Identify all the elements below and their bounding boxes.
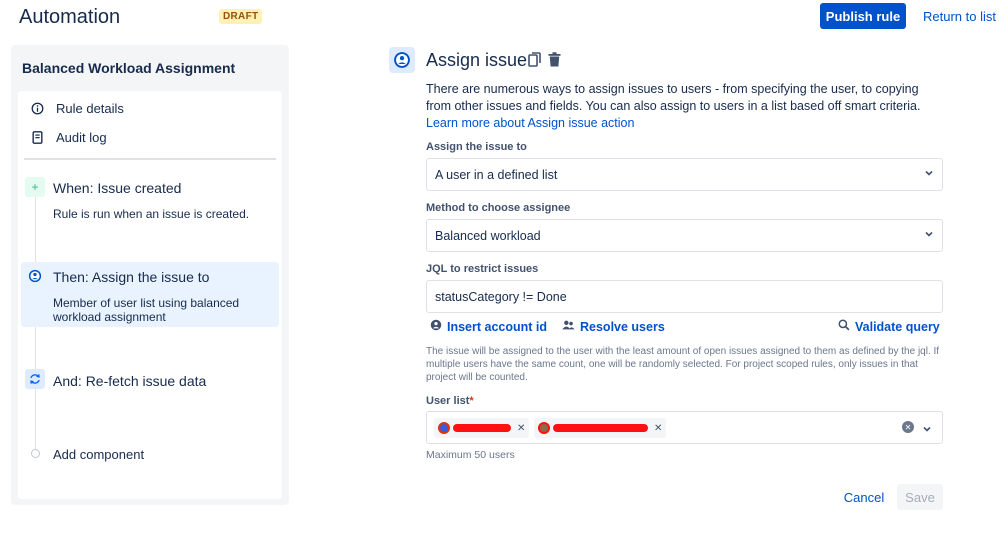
component-title: Assign issue bbox=[426, 50, 528, 70]
user-chip[interactable]: ✕ bbox=[534, 418, 667, 438]
rule-sidebar: Balanced Workload Assignment Rule detail… bbox=[11, 45, 289, 505]
status-badge: DRAFT bbox=[219, 9, 263, 24]
method-label: Method to choose assignee bbox=[426, 202, 571, 214]
learn-more-link[interactable]: Learn more about Assign issue action bbox=[426, 116, 634, 130]
people-icon bbox=[562, 319, 575, 334]
user-list-picker[interactable]: ✕ ✕ ✕ bbox=[426, 411, 943, 444]
chevron-down-icon bbox=[924, 168, 934, 181]
divider bbox=[24, 158, 276, 160]
remove-icon[interactable]: ✕ bbox=[517, 423, 525, 434]
page-title: Automation bbox=[19, 6, 121, 28]
audit-log-label: Audit log bbox=[56, 130, 107, 145]
avatar bbox=[538, 422, 550, 434]
chevron-down-icon[interactable] bbox=[922, 421, 932, 439]
trash-icon[interactable] bbox=[548, 52, 561, 71]
jql-help-text: The issue will be assigned to the user w… bbox=[426, 346, 940, 383]
save-button[interactable]: Save bbox=[897, 484, 943, 510]
method-select[interactable]: Balanced workload bbox=[426, 219, 943, 252]
trigger-description: Rule is run when an issue is created. bbox=[53, 207, 250, 221]
validate-query-label: Validate query bbox=[855, 319, 940, 334]
jql-input[interactable] bbox=[426, 280, 943, 313]
return-to-list-link[interactable]: Return to list bbox=[923, 9, 996, 24]
remove-icon[interactable]: ✕ bbox=[654, 423, 662, 434]
insert-account-id-label: Insert account id bbox=[447, 319, 548, 334]
assign-to-label: Assign the issue to bbox=[426, 141, 527, 153]
component-description: There are numerous ways to assign issues… bbox=[426, 81, 946, 132]
action-title[interactable]: Then: Assign the issue to bbox=[53, 269, 209, 285]
description-text: There are numerous ways to assign issues… bbox=[426, 82, 921, 113]
user-circle-icon bbox=[25, 266, 45, 286]
validate-query-link[interactable]: Validate query bbox=[838, 319, 940, 334]
avatar bbox=[438, 422, 450, 434]
clear-icon[interactable]: ✕ bbox=[902, 421, 914, 433]
action-description: Member of user list using balanced workl… bbox=[53, 296, 240, 324]
cancel-button[interactable]: Cancel bbox=[837, 484, 891, 510]
add-component-dot bbox=[31, 449, 40, 458]
assign-to-select[interactable]: A user in a defined list bbox=[426, 158, 943, 191]
copy-icon[interactable] bbox=[528, 52, 541, 71]
user-list-hint: Maximum 50 users bbox=[426, 449, 515, 461]
redacted-name bbox=[553, 424, 648, 432]
method-value: Balanced workload bbox=[435, 228, 541, 243]
user-chip[interactable]: ✕ bbox=[434, 418, 530, 438]
info-icon bbox=[30, 102, 44, 115]
rule-details-label: Rule details bbox=[56, 101, 124, 116]
refresh-icon bbox=[25, 369, 45, 389]
insert-account-id-link[interactable]: Insert account id bbox=[430, 319, 547, 334]
branch-title[interactable]: And: Re-fetch issue data bbox=[53, 373, 206, 389]
rule-name: Balanced Workload Assignment bbox=[22, 60, 236, 76]
jql-label: JQL to restrict issues bbox=[426, 263, 539, 275]
resolve-users-label: Resolve users bbox=[580, 319, 665, 334]
plus-icon: + bbox=[25, 177, 45, 197]
user-list-label: User list* bbox=[426, 395, 474, 407]
trigger-title[interactable]: When: Issue created bbox=[53, 180, 181, 196]
user-list-label-text: User list bbox=[426, 395, 470, 407]
assign-to-value: A user in a defined list bbox=[435, 167, 558, 182]
user-circle-icon bbox=[430, 319, 442, 334]
required-marker: * bbox=[469, 395, 474, 407]
chevron-down-icon bbox=[924, 229, 934, 242]
rule-details-link[interactable]: Rule details bbox=[30, 101, 124, 116]
assign-user-icon bbox=[389, 47, 415, 73]
document-icon bbox=[30, 131, 44, 144]
audit-log-link[interactable]: Audit log bbox=[30, 130, 107, 145]
resolve-users-link[interactable]: Resolve users bbox=[562, 319, 665, 334]
search-icon bbox=[838, 319, 850, 334]
publish-rule-button[interactable]: Publish rule bbox=[820, 3, 906, 29]
redacted-name bbox=[453, 424, 511, 432]
add-component-link[interactable]: Add component bbox=[53, 448, 144, 462]
rule-outline: Rule details Audit log + When: Issue cre… bbox=[18, 91, 282, 499]
